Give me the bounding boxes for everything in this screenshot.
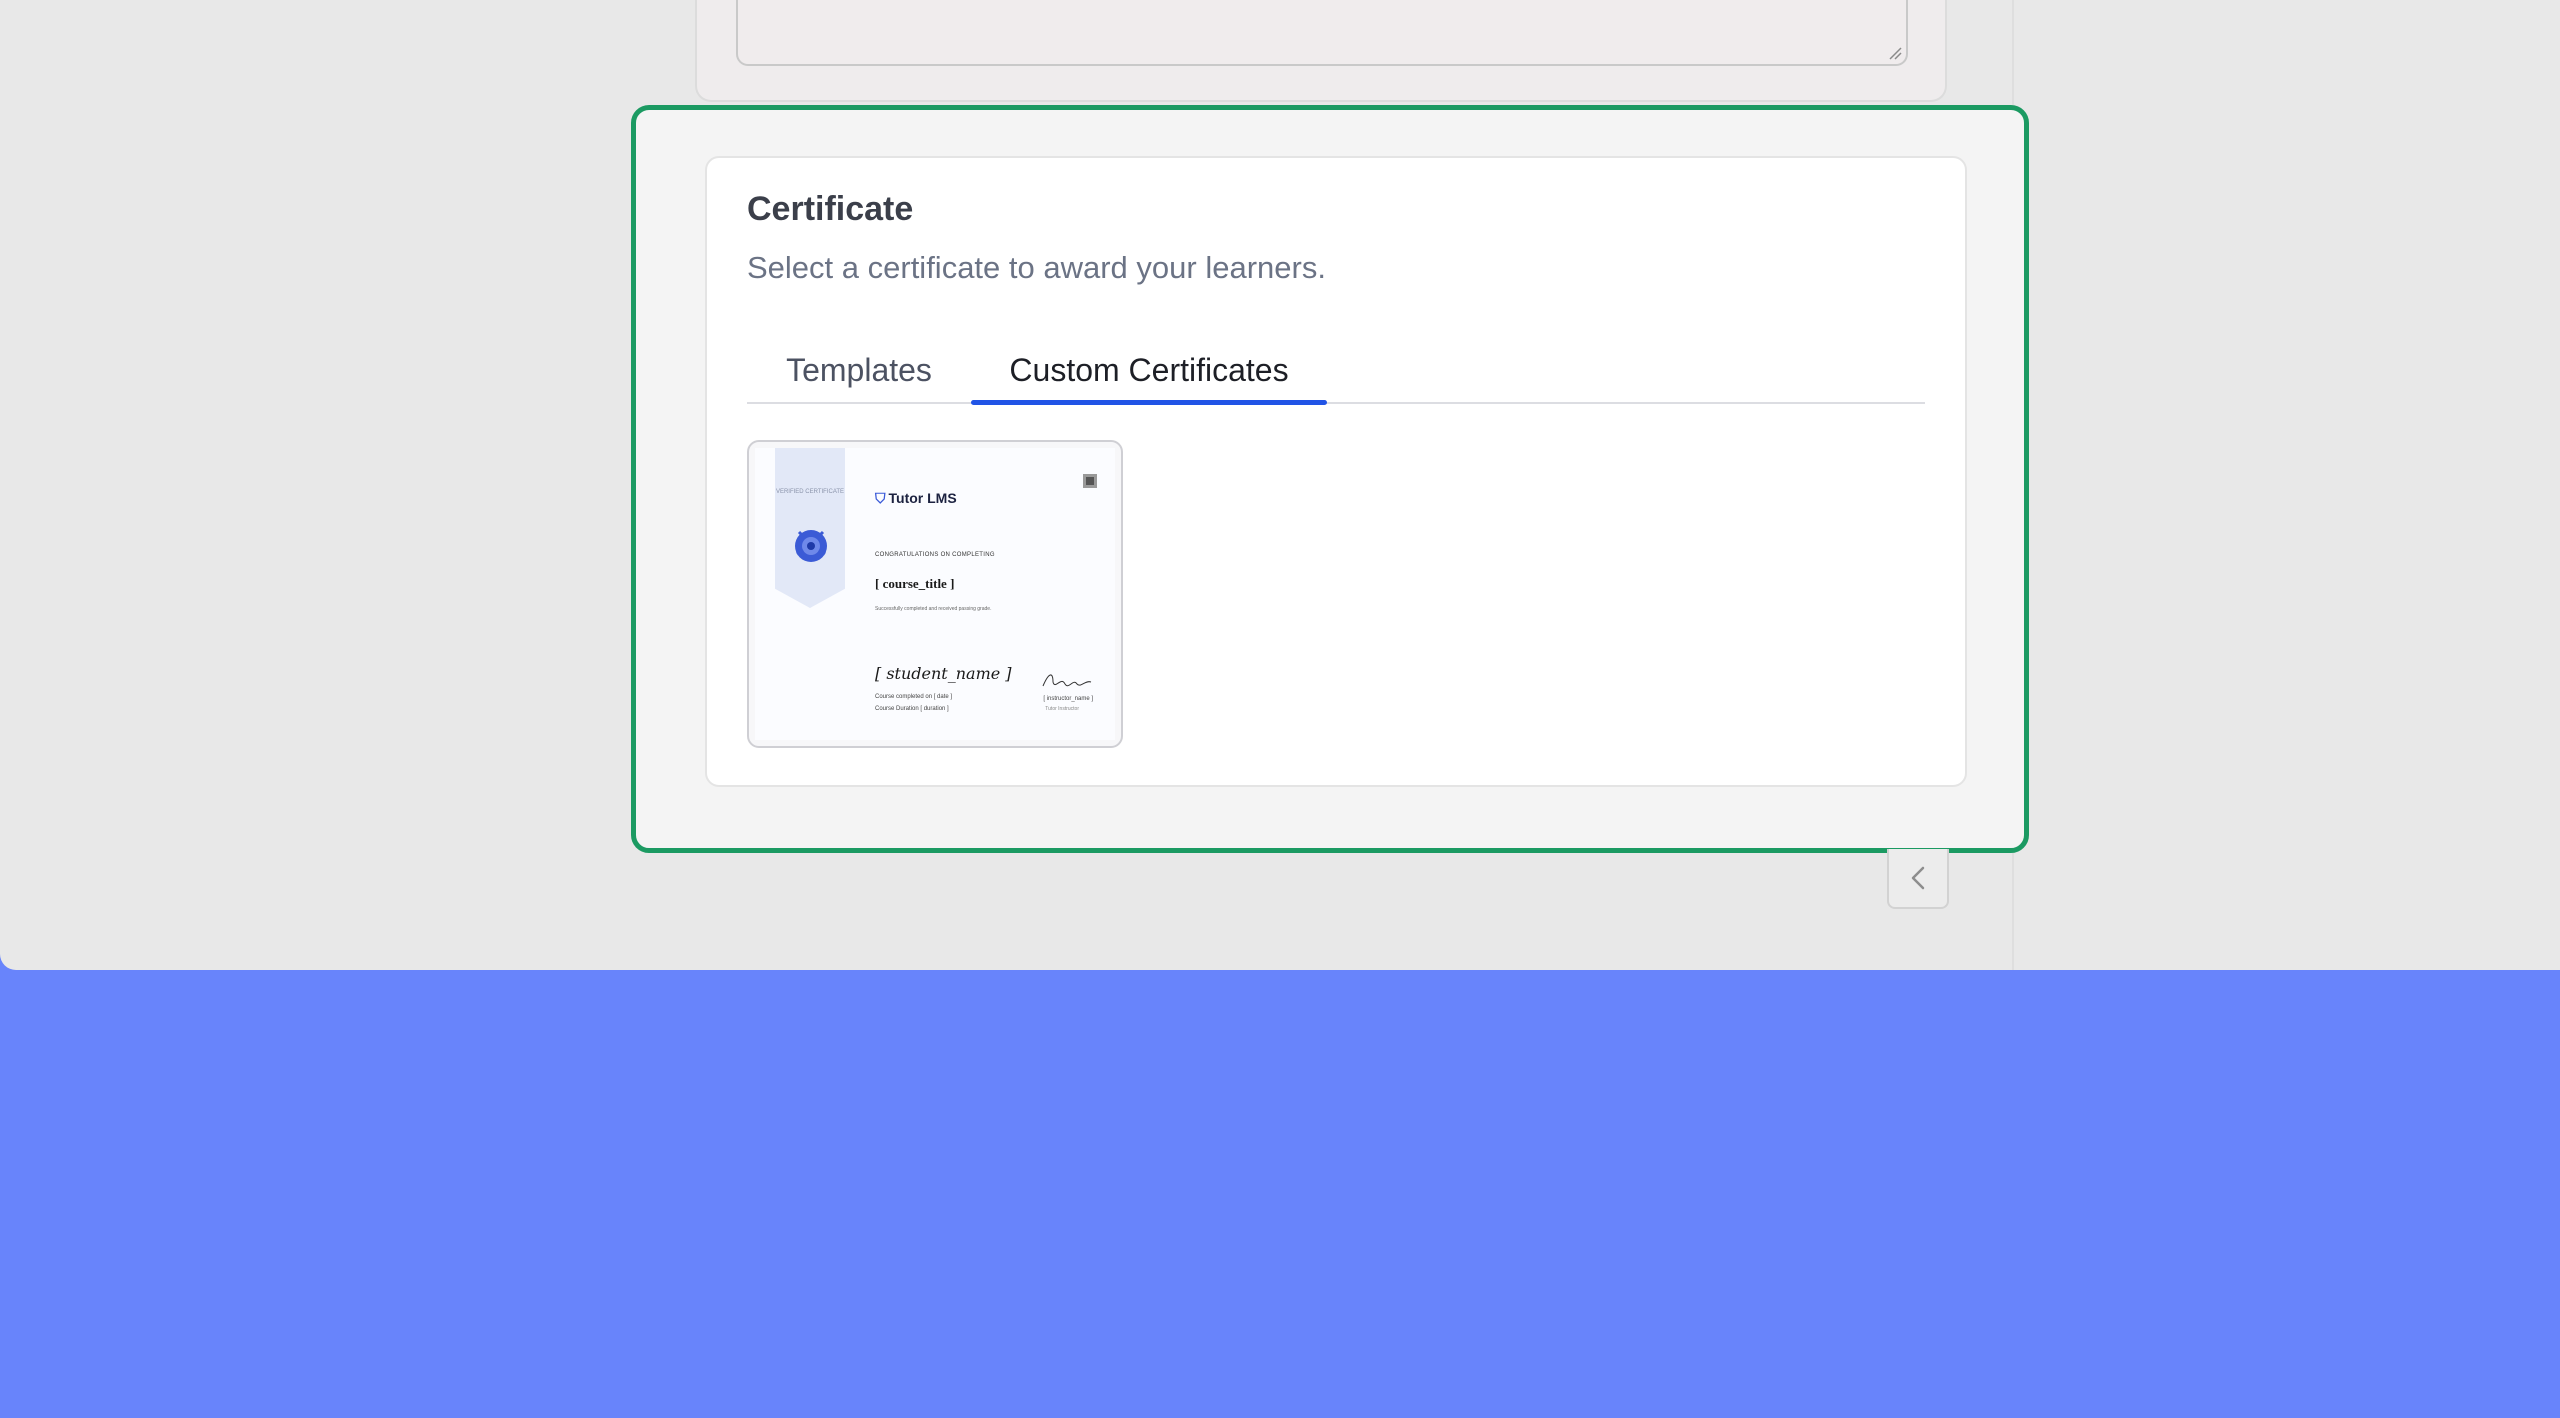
certificate-template-thumbnail[interactable]: VERIFIED CERTIFICATE ⛉ Tutor LMS CONGRATU… <box>747 440 1123 748</box>
completed-on-line: Course completed on [ date ] <box>875 694 953 700</box>
certificate-subtitle: Select a certificate to award your learn… <box>747 250 1326 285</box>
collapse-button[interactable] <box>1887 849 1949 909</box>
qr-code-icon <box>1083 474 1097 488</box>
crest-icon <box>795 530 827 562</box>
signature-icon <box>1042 674 1092 687</box>
resize-grip-icon[interactable] <box>1888 46 1902 60</box>
student-name-placeholder: [ student_name ] <box>875 664 1012 683</box>
chevron-left-icon <box>1911 866 1925 890</box>
certificate-card: Certificate Select a certificate to awar… <box>705 156 1967 787</box>
certificate-title: Certificate <box>747 190 914 228</box>
course-duration-line: Course Duration [ duration ] <box>875 706 949 712</box>
brand-shield-icon: ⛉ <box>875 490 886 506</box>
brand-name: Tutor LMS <box>888 490 957 506</box>
app-area: Certificate Select a certificate to awar… <box>0 0 2560 970</box>
tab-custom-certificates[interactable]: Custom Certificates <box>971 342 1327 402</box>
brand-logo: ⛉ Tutor LMS <box>875 490 957 507</box>
instructor-name-placeholder: [ instructor_name ] <box>1043 696 1093 702</box>
ribbon-label: VERIFIED CERTIFICATE <box>775 489 845 495</box>
certificate-preview: VERIFIED CERTIFICATE ⛉ Tutor LMS CONGRATU… <box>755 448 1115 740</box>
course-title-placeholder: [ course_title ] <box>875 576 955 591</box>
active-tab-indicator <box>971 400 1327 405</box>
certificate-tabs: Templates Custom Certificates <box>747 342 1925 405</box>
tab-templates[interactable]: Templates <box>747 342 971 402</box>
instructor-title: Tutor Instructor <box>1045 706 1079 712</box>
congrats-line: CONGRATULATIONS ON COMPLETING <box>875 552 995 558</box>
grade-line: Successfully completed and received pass… <box>875 606 992 612</box>
description-textarea[interactable] <box>736 0 1908 66</box>
